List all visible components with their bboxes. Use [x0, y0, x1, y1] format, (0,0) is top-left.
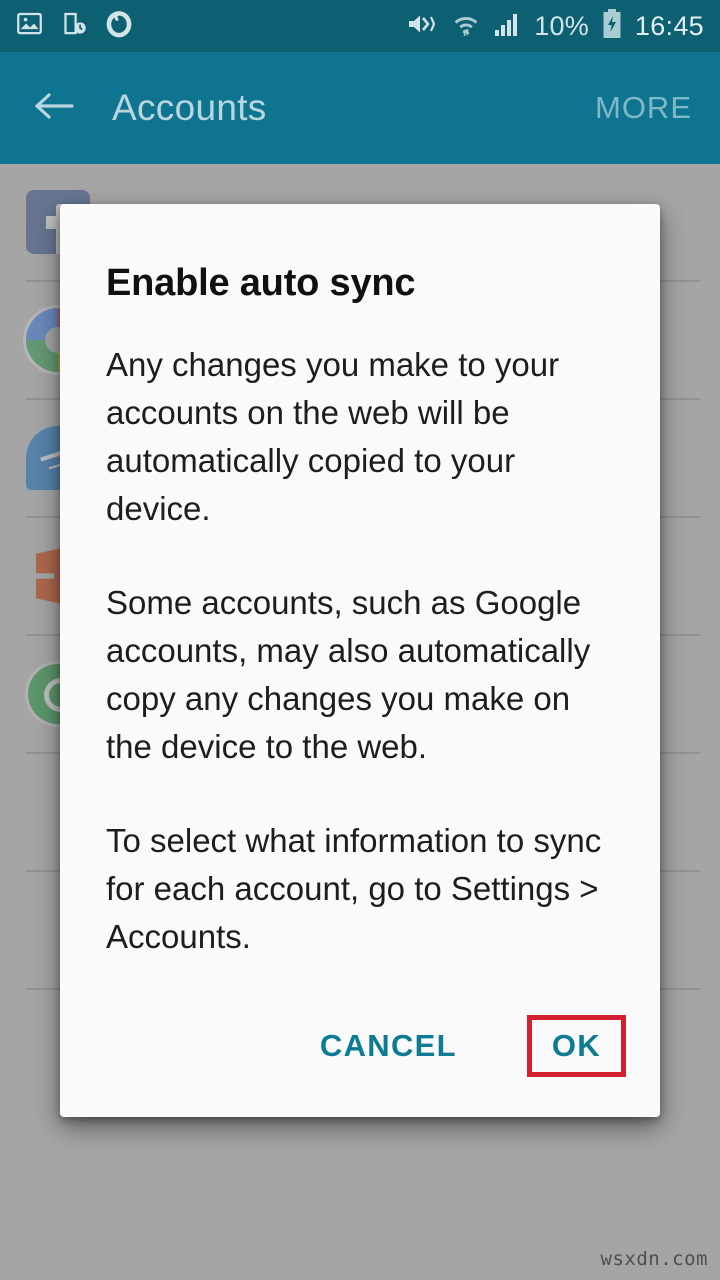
vodafone-logo-icon: [106, 10, 132, 43]
dialog-paragraph: Some accounts, such as Google accounts, …: [106, 584, 591, 765]
device-clock-icon: [61, 10, 88, 42]
page-title: Accounts: [112, 87, 267, 128]
arrow-left-icon: [32, 88, 76, 129]
more-button[interactable]: MORE: [595, 90, 692, 126]
enable-auto-sync-dialog: Enable auto sync Any changes you make to…: [60, 204, 660, 1117]
wifi-icon: [452, 10, 480, 43]
ok-highlight-box: OK: [526, 1015, 626, 1077]
battery-percent-label: 10%: [534, 10, 589, 41]
dialog-body: Any changes you make to your accounts on…: [106, 305, 614, 961]
app-bar: Accounts MORE: [0, 52, 720, 164]
dialog-paragraph: Any changes you make to your accounts on…: [106, 346, 560, 527]
cancel-button[interactable]: CANCEL: [310, 1016, 467, 1076]
battery-charging-icon: [602, 8, 622, 44]
clock-label: 16:45: [634, 10, 704, 41]
phone-screen: 10% 16:45 Accounts MORE Enable auto sync…: [0, 0, 720, 1280]
dialog-actions: CANCEL OK: [106, 1007, 626, 1117]
dialog-paragraph: To select what information to sync for e…: [106, 822, 602, 955]
status-bar-right-icons: 10% 16:45: [407, 8, 704, 44]
cellular-signal-icon: [493, 10, 521, 43]
ok-button[interactable]: OK: [548, 1026, 605, 1066]
status-bar: 10% 16:45: [0, 0, 720, 52]
back-button[interactable]: [28, 82, 80, 134]
mute-vibrate-icon: [407, 10, 439, 43]
status-bar-left-icons: [16, 10, 132, 43]
dialog-title: Enable auto sync: [106, 262, 416, 304]
watermark: wsxdn.com: [600, 1248, 708, 1270]
gallery-image-icon: [16, 10, 43, 42]
